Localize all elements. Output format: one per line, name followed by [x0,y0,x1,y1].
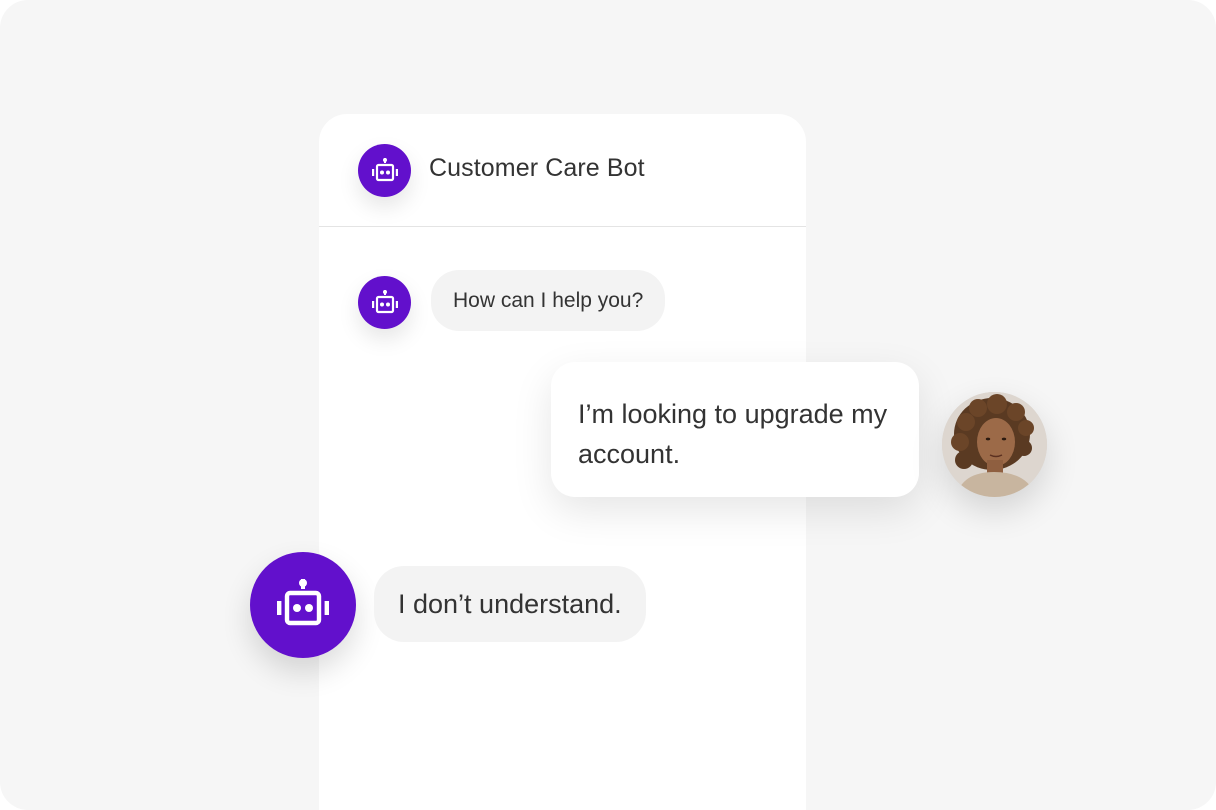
chat-title: Customer Care Bot [429,154,645,182]
chat-header: Customer Care Bot [319,114,806,227]
bot-message-bubble: How can I help you? [431,270,666,331]
robot-icon [371,289,398,313]
user-message-bubble: I’m looking to upgrade my account. [551,362,919,497]
bot-avatar-large [250,552,356,658]
bot-avatar [358,276,411,329]
user-photo-icon [942,392,1047,497]
bot-avatar [358,144,411,197]
user-avatar [942,392,1047,497]
bot-message-bubble: I don’t understand. [374,566,646,642]
illustration-background: Customer Care Bot How can I help you? I’… [0,0,1216,810]
robot-icon [277,579,329,626]
robot-icon [371,157,398,181]
